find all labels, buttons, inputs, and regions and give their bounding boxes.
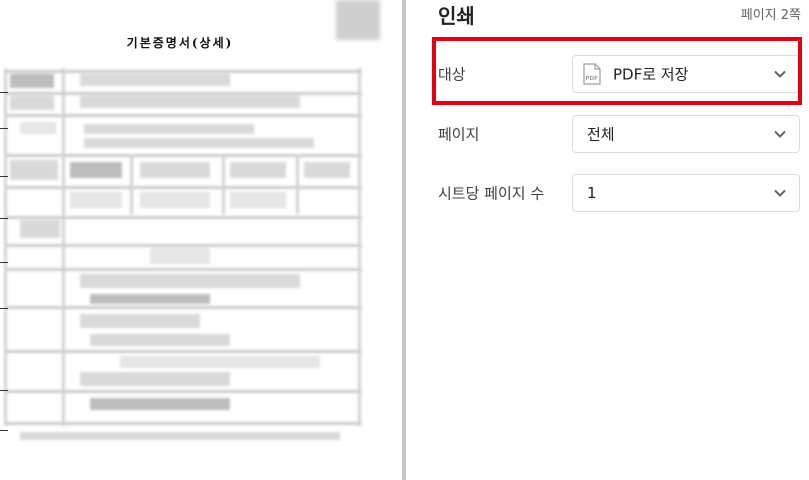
destination-value: PDF로 저장 (613, 65, 689, 84)
margin-mark (0, 430, 8, 431)
pages-per-sheet-select[interactable]: 1 (572, 174, 800, 212)
margin-mark (0, 218, 8, 219)
pages-per-sheet-label: 시트당 페이지 수 (438, 184, 545, 203)
pages-label: 페이지 (438, 125, 480, 144)
margin-mark (0, 128, 8, 129)
pages-per-sheet-value: 1 (587, 184, 597, 202)
page-count: 페이지 2쪽 (740, 8, 801, 23)
pages-select[interactable]: 전체 (572, 115, 800, 153)
margin-mark (0, 308, 8, 309)
destination-label: 대상 (438, 65, 466, 84)
print-preview: 기본증명서(상세) (0, 0, 402, 480)
margin-mark (0, 92, 8, 93)
blurred-document-table (0, 60, 370, 450)
pages-row: 페이지 전체 (406, 113, 809, 155)
destination-select[interactable]: PDF PDF로 저장 (572, 55, 800, 93)
chevron-down-icon (774, 130, 786, 138)
margin-mark (0, 262, 8, 263)
pages-value: 전체 (587, 125, 615, 144)
print-settings-panel: 인쇄 페이지 2쪽 대상 PDF PDF로 저장 페이지 전체 시트당 페이지 … (406, 0, 809, 480)
pages-per-sheet-row: 시트당 페이지 수 1 (406, 172, 809, 214)
destination-row: 대상 PDF PDF로 저장 (406, 53, 809, 95)
panel-title: 인쇄 (438, 4, 475, 28)
svg-text:PDF: PDF (586, 76, 599, 82)
pdf-icon: PDF (583, 63, 601, 85)
chevron-down-icon (774, 189, 786, 197)
margin-mark (0, 176, 8, 177)
chevron-down-icon (774, 70, 786, 78)
margin-mark (0, 390, 8, 391)
document-title: 기본증명서(상세) (126, 36, 234, 50)
